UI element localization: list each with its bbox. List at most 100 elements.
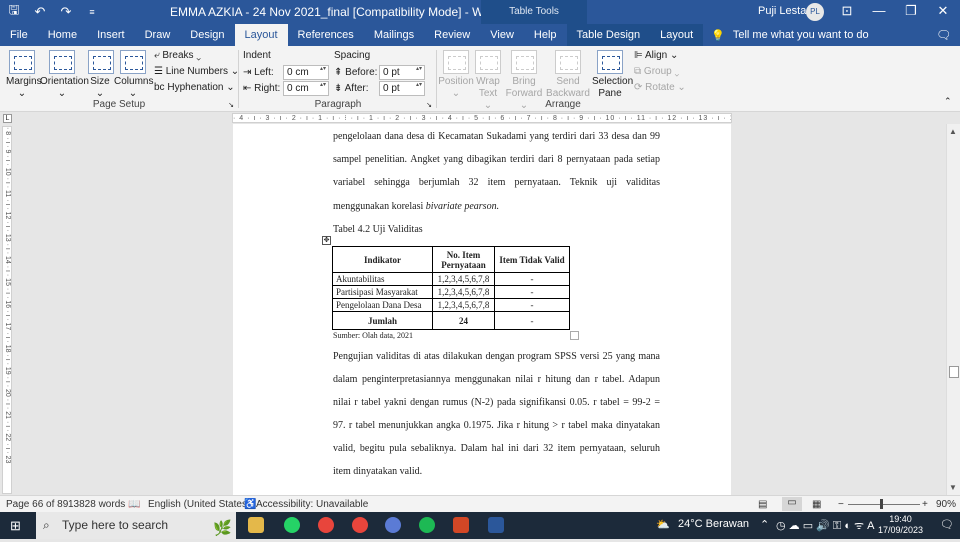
vertical-ruler[interactable]: · 8 · ı · 9 · ı · 10 · ı · 11 · ı · 12 ·… <box>2 126 12 494</box>
tab-design[interactable]: Design <box>180 24 234 46</box>
user-name[interactable]: Puji Lestari <box>758 5 812 17</box>
table-cell[interactable]: 1,2,3,4,5,6,7,8 <box>432 298 495 312</box>
rotate-button[interactable]: ⟳ Rotate ⌄ <box>634 82 686 93</box>
tab-selector-icon[interactable]: L <box>3 114 12 123</box>
scroll-thumb[interactable] <box>949 366 959 378</box>
tab-draw[interactable]: Draw <box>135 24 181 46</box>
table-cell[interactable]: Jumlah <box>332 311 433 330</box>
zoom-in-icon[interactable]: + <box>922 499 928 510</box>
chrome-profile-icon[interactable] <box>352 517 368 533</box>
zoom-level[interactable]: 90% <box>936 499 956 510</box>
table-caption: Tabel 4.2 Uji Validitas <box>333 224 423 235</box>
zoom-slider-track[interactable] <box>848 504 920 505</box>
orientation-button[interactable]: Orientation ⌄ <box>40 50 89 100</box>
zoom-out-icon[interactable]: − <box>838 499 844 510</box>
chrome-icon[interactable] <box>318 517 334 533</box>
table-cell[interactable]: Partisipasi Masyarakat <box>332 285 433 299</box>
clock[interactable]: 19:40 17/09/2023 <box>878 514 923 536</box>
close-icon[interactable]: ✕ <box>933 3 953 19</box>
whatsapp-icon[interactable] <box>284 517 300 533</box>
windows-start-icon[interactable]: ⊞ <box>10 518 21 534</box>
accessibility-status[interactable]: Accessibility: Unavailable <box>256 499 368 510</box>
weather-status[interactable]: 24°C Berawan <box>678 518 749 530</box>
tab-mailings[interactable]: Mailings <box>364 24 424 46</box>
tab-file[interactable]: File <box>0 24 38 46</box>
spacing-after-input[interactable]: 0 pt <box>379 81 425 96</box>
avatar[interactable]: PL <box>806 3 824 21</box>
read-mode-icon[interactable]: ▤ <box>758 499 767 510</box>
show-hidden-icon[interactable]: ⌃ <box>760 518 769 531</box>
paragraph-launcher-icon[interactable]: ↘ <box>426 101 432 109</box>
comments-icon[interactable]: 🗨 <box>936 28 951 42</box>
tab-review[interactable]: Review <box>424 24 480 46</box>
align-button[interactable]: ⊫ Align ⌄ <box>634 50 678 61</box>
collapse-ribbon-icon[interactable]: ⌃ <box>944 96 952 107</box>
table-move-handle-icon[interactable]: ✥ <box>322 236 331 245</box>
system-tray-icons[interactable]: ◷ ☁ ▭ 🔊 ⚿ ◐ ᯤ A <box>776 518 874 533</box>
save-icon[interactable]: 🖫 <box>6 1 22 23</box>
tab-layout[interactable]: Layout <box>234 24 288 46</box>
powerpoint-icon[interactable] <box>453 517 469 533</box>
table-cell[interactable]: - <box>494 285 570 299</box>
tab-view[interactable]: View <box>480 24 524 46</box>
size-button[interactable]: Size ⌄ <box>88 50 114 100</box>
tab-table-design[interactable]: Table Design <box>566 24 651 46</box>
line-numbers-button[interactable]: ☰ Line Numbers ⌄ <box>154 66 239 77</box>
selection-pane-button[interactable]: Selection Pane <box>592 50 633 100</box>
print-layout-icon[interactable]: ▭ <box>782 497 802 511</box>
tab-insert[interactable]: Insert <box>87 24 135 46</box>
group-button[interactable]: ⧉ Group ⌄ <box>634 66 679 77</box>
file-explorer-icon[interactable] <box>248 517 264 533</box>
table-cell[interactable]: 1,2,3,4,5,6,7,8 <box>432 285 495 299</box>
columns-button[interactable]: Columns ⌄ <box>114 50 153 100</box>
tab-help[interactable]: Help <box>524 24 567 46</box>
document-page[interactable]: pengelolaan dana desa di Kecamatan Sukad… <box>233 124 731 495</box>
minimize-icon[interactable]: — <box>869 3 889 18</box>
app-icon[interactable] <box>385 517 401 533</box>
language[interactable]: English (United States) <box>148 499 250 510</box>
horizontal-ruler[interactable]: · 4 · ı · 3 · ı · 2 · ı · 1 · ı · ⁝ · ı … <box>232 113 732 123</box>
table-cell[interactable]: - <box>494 272 570 286</box>
hyphenation-button[interactable]: bc Hyphenation ⌄ <box>154 82 235 93</box>
table-resize-handle[interactable] <box>570 331 579 340</box>
validity-table[interactable]: Indikator No. Item Pernyataan Item Tidak… <box>332 246 570 330</box>
tab-home[interactable]: Home <box>38 24 87 46</box>
web-layout-icon[interactable]: ▦ <box>812 499 821 510</box>
maximize-icon[interactable]: ❐ <box>901 3 921 19</box>
notifications-icon[interactable]: 🗨 <box>940 518 954 531</box>
tab-layout-table[interactable]: Layout <box>650 24 704 46</box>
table-cell[interactable]: 1,2,3,4,5,6,7,8 <box>432 272 495 286</box>
position-button[interactable]: Position ⌄ <box>438 50 474 100</box>
page-count[interactable]: Page 66 of 89 <box>6 499 68 510</box>
scroll-down-icon[interactable]: ▼ <box>949 483 957 492</box>
weather-icon[interactable]: ⛅ <box>656 518 670 531</box>
breaks-button[interactable]: ⤶ Breaks ⌄ <box>154 50 201 61</box>
indent-heading: Indent <box>243 50 271 61</box>
word-icon[interactable] <box>488 517 504 533</box>
tab-references[interactable]: References <box>288 24 364 46</box>
undo-icon[interactable]: ↶ <box>32 4 48 20</box>
zoom-slider-thumb[interactable] <box>880 499 884 509</box>
proofing-icon[interactable]: 📖 <box>128 499 140 510</box>
indent-right-input[interactable]: 0 cm <box>283 81 329 96</box>
customize-icon[interactable]: ≡ <box>84 7 100 17</box>
tell-me[interactable]: 💡 Tell me what you want to do <box>703 29 868 42</box>
ribbon-display-icon[interactable]: ⊡ <box>837 3 857 19</box>
margins-button[interactable]: Margins ⌄ <box>6 50 42 100</box>
page-setup-launcher-icon[interactable]: ↘ <box>228 101 234 109</box>
scroll-up-icon[interactable]: ▲ <box>949 127 957 136</box>
table-cell[interactable]: - <box>494 311 570 330</box>
spotify-icon[interactable] <box>419 517 435 533</box>
word-count[interactable]: 13828 words <box>68 499 125 510</box>
taskbar-search[interactable]: ⌕ Type here to search 🌿 <box>36 512 236 539</box>
table-cell[interactable]: Pengelolaan Dana Desa <box>332 298 433 312</box>
spacing-before-input[interactable]: 0 pt <box>379 65 425 80</box>
breaks-icon: ⤶ <box>154 50 160 61</box>
position-icon <box>443 50 469 74</box>
table-cell[interactable]: Akuntabilitas <box>332 272 433 286</box>
table-cell[interactable]: - <box>494 298 570 312</box>
table-cell[interactable]: 24 <box>432 311 495 330</box>
redo-icon[interactable]: ↷ <box>58 4 74 20</box>
indent-left-input[interactable]: 0 cm <box>283 65 329 80</box>
vertical-scrollbar[interactable]: ▲ ▼ <box>946 124 960 495</box>
